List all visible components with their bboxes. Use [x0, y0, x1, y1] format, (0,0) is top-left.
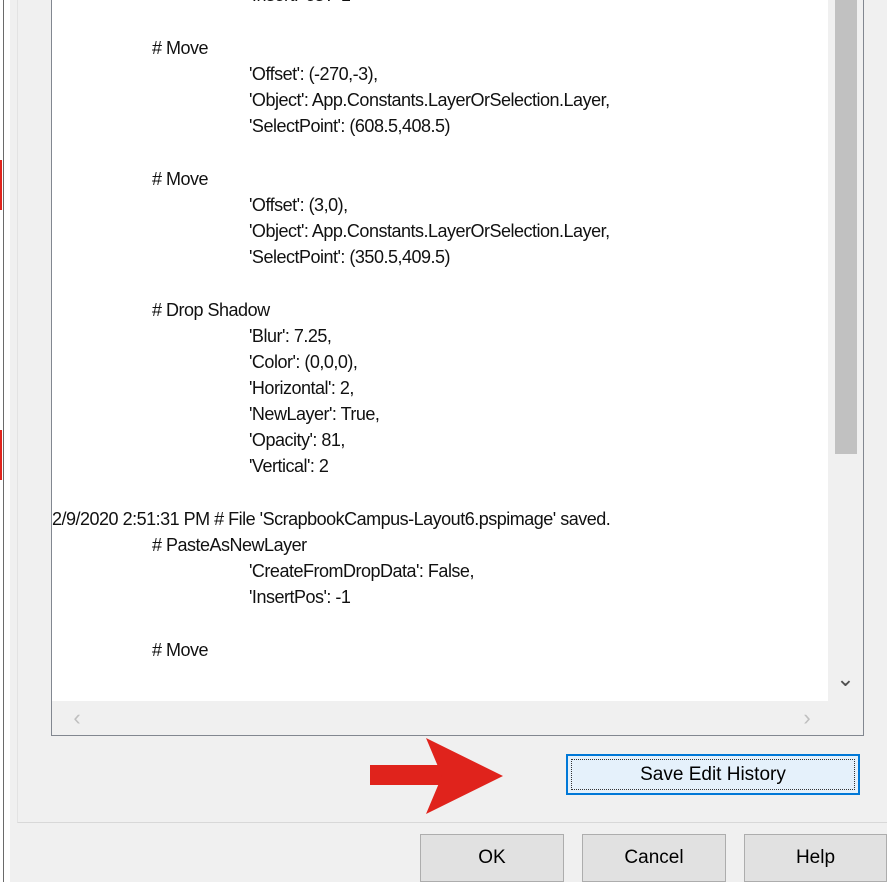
background-red-mark [0, 430, 2, 480]
log-parameter-line: 'InsertPos': -1 [249, 0, 351, 6]
background-window-edge [0, 0, 10, 882]
edit-history-log[interactable]: 'InsertPos': -1 # Move 'Offset': (-270,-3)… [51, 0, 864, 736]
background-red-mark [0, 160, 2, 210]
cancel-label: Cancel [624, 847, 684, 868]
log-command-line: # PasteAsNewLayer [152, 535, 307, 555]
scroll-thumb[interactable] [835, 0, 857, 454]
log-parameter-line: 'NewLayer': True, [249, 404, 380, 424]
log-parameter-line: 'SelectPoint': (350.5,409.5) [249, 247, 451, 267]
log-parameter-line: 'Blur': 7.25, [249, 326, 332, 346]
chevron-right-icon[interactable]: › [792, 701, 822, 735]
help-button[interactable]: Help [744, 834, 887, 882]
scrollbar-corner [828, 701, 863, 735]
vertical-scrollbar[interactable]: ⌄ [828, 0, 863, 701]
log-parameter-line: 'Offset': (3,0), [249, 195, 348, 215]
log-command-line: # Move [152, 38, 209, 58]
window-border [3, 0, 4, 882]
log-parameter-line: 'Horizontal': 2, [249, 378, 354, 398]
edit-history-text: 'InsertPos': -1 # Move 'Offset': (-270,-3)… [52, 0, 828, 699]
ok-label: OK [478, 847, 506, 868]
cancel-button[interactable]: Cancel [582, 834, 726, 882]
chevron-left-icon[interactable]: ‹ [62, 701, 92, 735]
chevron-down-icon[interactable]: ⌄ [828, 664, 863, 694]
log-parameter-line: 'SelectPoint': (608.5,408.5) [249, 116, 451, 136]
log-parameter-line: 'Vertical': 2 [249, 456, 329, 476]
save-edit-history-button[interactable]: Save Edit History [566, 754, 860, 795]
log-command-line: # Drop Shadow [152, 300, 270, 320]
horizontal-scrollbar[interactable]: ‹ › [52, 701, 828, 735]
log-parameter-line: 'CreateFromDropData': False, [249, 561, 474, 581]
log-parameter-line: 'Color': (0,0,0), [249, 352, 358, 372]
help-label: Help [795, 847, 836, 868]
red-arrow-icon [370, 738, 503, 814]
log-command-line: # Move [152, 169, 209, 189]
log-parameter-line: 'Offset': (-270,-3), [249, 64, 378, 84]
log-parameter-line: 'Object': App.Constants.LayerOrSelection… [249, 221, 610, 241]
log-parameter-line: 'Object': App.Constants.LayerOrSelection… [249, 90, 610, 110]
log-command-line: # Move [152, 640, 209, 660]
log-parameter-line: 'Opacity': 81, [249, 430, 345, 450]
focus-indicator [571, 759, 855, 790]
log-parameter-line: 'InsertPos': -1 [249, 587, 351, 607]
log-timestamp-line: 2/9/2020 2:51:31 PM # File 'ScrapbookCam… [52, 509, 611, 529]
ok-button[interactable]: OK [420, 834, 564, 882]
